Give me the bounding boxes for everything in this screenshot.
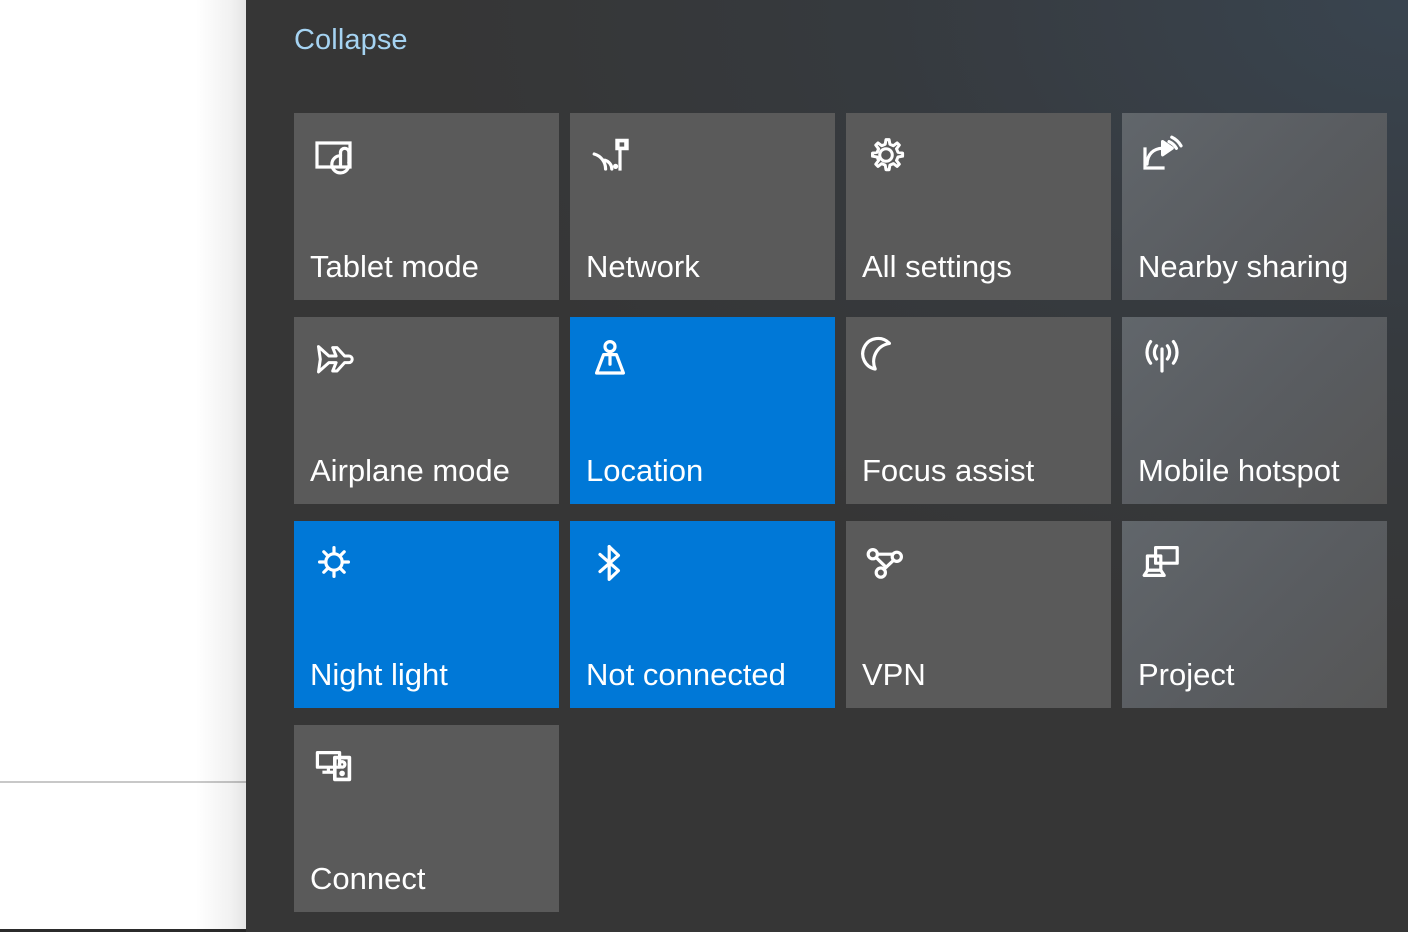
airplane-icon — [310, 335, 370, 395]
moon-icon — [862, 335, 922, 395]
tile-label: Network — [586, 249, 700, 284]
tile-label: All settings — [862, 249, 1012, 284]
night-light-icon — [310, 539, 370, 599]
quick-action-tile-vpn[interactable]: VPN — [846, 521, 1111, 708]
horizontal-divider — [0, 781, 246, 783]
background-app-surface — [0, 0, 246, 932]
connect-icon — [310, 743, 370, 803]
quick-action-tile-mobile-hotspot[interactable]: Mobile hotspot — [1122, 317, 1387, 504]
tile-label: VPN — [862, 657, 926, 692]
broadcast-icon — [1138, 335, 1198, 395]
quick-action-tile-grid: Tablet mode Network All settings Nearby … — [294, 113, 1388, 912]
nearby-sharing-icon — [1138, 131, 1198, 191]
quick-action-tile-focus-assist[interactable]: Focus assist — [846, 317, 1111, 504]
tile-label: Connect — [310, 861, 426, 896]
network-icon — [586, 131, 646, 191]
tile-label: Mobile hotspot — [1138, 453, 1340, 488]
tile-label: Night light — [310, 657, 448, 692]
quick-action-tile-night-light[interactable]: Night light — [294, 521, 559, 708]
quick-action-tile-nearby-sharing[interactable]: Nearby sharing — [1122, 113, 1387, 300]
tile-label: Airplane mode — [310, 453, 510, 488]
location-pin-icon — [586, 335, 646, 395]
tablet-mode-icon — [310, 131, 370, 191]
tile-label: Location — [586, 453, 704, 488]
bluetooth-icon — [586, 539, 646, 599]
vpn-icon — [862, 539, 922, 599]
quick-action-tile-network[interactable]: Network — [570, 113, 835, 300]
project-icon — [1138, 539, 1198, 599]
quick-action-tile-location[interactable]: Location — [570, 317, 835, 504]
quick-action-tile-project[interactable]: Project — [1122, 521, 1387, 708]
tile-label: Project — [1138, 657, 1235, 692]
quick-action-tile-tablet-mode[interactable]: Tablet mode — [294, 113, 559, 300]
tile-label: Focus assist — [862, 453, 1035, 488]
tile-label: Not connected — [586, 657, 786, 692]
screen: Collapse Tablet mode Network All setting… — [0, 0, 1408, 932]
quick-action-tile-airplane-mode[interactable]: Airplane mode — [294, 317, 559, 504]
tile-label: Tablet mode — [310, 249, 479, 284]
tile-label: Nearby sharing — [1138, 249, 1349, 284]
quick-action-tile-all-settings[interactable]: All settings — [846, 113, 1111, 300]
gear-icon — [862, 131, 922, 191]
collapse-button[interactable]: Collapse — [294, 23, 408, 57]
collapse-row: Collapse — [294, 18, 408, 62]
quick-action-tile-connect[interactable]: Connect — [294, 725, 559, 912]
quick-action-tile-bluetooth[interactable]: Not connected — [570, 521, 835, 708]
action-center-panel: Collapse Tablet mode Network All setting… — [246, 0, 1408, 932]
